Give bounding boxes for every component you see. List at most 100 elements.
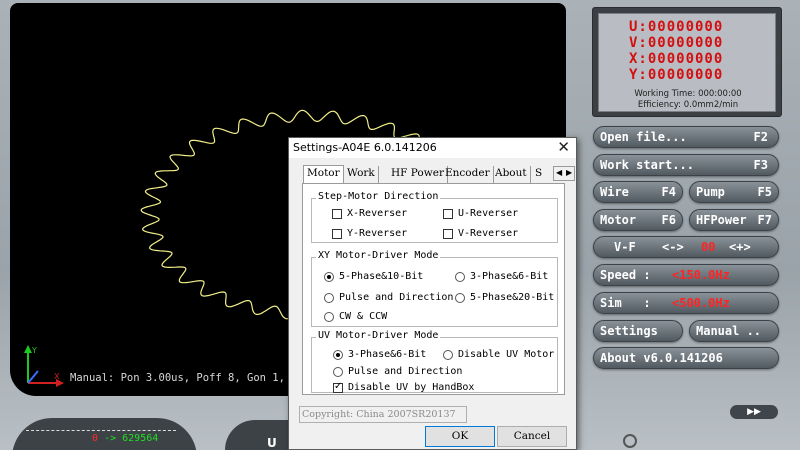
forward-nav-button[interactable]: ▶▶ (730, 405, 778, 419)
motor-button[interactable]: Motor F6 (593, 209, 683, 231)
working-time: Working Time: 000:00:00 (634, 89, 742, 99)
disable-uv-handbox-label: Disable UV by HandBox (348, 382, 475, 393)
vf-decrease-button[interactable]: <-> (662, 240, 684, 254)
manual-status-line: Manual: Pon 3.00us, Poff 8, Gon 1, (70, 372, 285, 384)
vf-control: V-F <-> 00 <+> (593, 236, 779, 258)
dashed-divider (26, 430, 176, 431)
uv-disable-motor-label: Disable UV Motor (458, 349, 555, 360)
speed-label: Speed : (600, 268, 651, 282)
copyright-field: Copyright: China 2007SR20137 (299, 406, 467, 423)
tab-more[interactable]: S (532, 166, 545, 183)
coordinate-panel: U:00000000 V:00000000 X:00000000 Y:00000… (598, 13, 776, 112)
coordinate-display: U:00000000 V:00000000 X:00000000 Y:00000… (592, 7, 782, 117)
efficiency: Efficiency: 0.0mm2/min (637, 100, 739, 110)
ok-button[interactable]: OK (425, 426, 495, 447)
tab-encoder[interactable]: Encoder (442, 166, 494, 183)
hfpower-label: HFPower (696, 213, 747, 227)
u-reverser-checkbox[interactable] (443, 209, 453, 219)
work-start-label: Work start... (600, 158, 694, 172)
coord-u: U:00000000 (629, 19, 724, 35)
axis-indicator: Y X (24, 345, 64, 387)
wire-key: F4 (661, 185, 676, 199)
tab-about[interactable]: About (492, 166, 531, 183)
about-button[interactable]: About v6.0.141206 (593, 347, 779, 369)
axis-x-label: X (54, 372, 60, 381)
x-reverser-label: X-Reverser (347, 208, 408, 219)
motor-key: F6 (661, 213, 676, 227)
xy-driver-group: XY Motor-Driver Mode 5-Phase&10-Bit 3-Ph… (311, 250, 558, 327)
work-start-button[interactable]: Work start... F3 (593, 154, 779, 176)
motor-label: Motor (600, 213, 637, 227)
manual-label: Manual .. (696, 324, 762, 338)
disable-uv-handbox-checkbox[interactable] (333, 381, 343, 393)
tab-motor[interactable]: Motor (303, 165, 344, 184)
tab-scroll-arrows[interactable]: ◀ ▶ (553, 166, 575, 181)
xy-5phase10bit-radio[interactable] (324, 272, 334, 282)
pump-label: Pump (696, 185, 725, 199)
pump-key: F5 (757, 185, 772, 199)
readout-red-value: 0 (92, 433, 99, 444)
sim-value: <500.0Hz (672, 296, 730, 310)
xy-3phase6bit-radio[interactable] (455, 272, 465, 282)
readout-arrow: -> (104, 433, 117, 444)
speed-button[interactable]: Speed : <150.0Hz (593, 264, 779, 286)
xy-5phase20bit-label: 5-Phase&20-Bit (470, 292, 555, 303)
vf-increase-button[interactable]: <+> (729, 240, 751, 254)
manual-button[interactable]: Manual .. (689, 320, 779, 342)
work-start-key: F3 (753, 158, 768, 172)
motor-tab-page: Step-Motor Direction X-Reverser U-Revers… (302, 183, 565, 395)
about-label: About v6.0.141206 (600, 351, 723, 365)
sim-label: Sim : (600, 296, 651, 310)
y-reverser-checkbox[interactable] (332, 229, 342, 239)
speed-value: <150.0Hz (672, 268, 730, 282)
open-file-button[interactable]: Open file... F2 (593, 126, 779, 148)
pump-button[interactable]: Pump F5 (689, 181, 779, 203)
xy-cw-ccw-label: CW & CCW (339, 311, 388, 322)
coord-x: X:00000000 (629, 51, 724, 67)
hfpower-button[interactable]: HFPower F7 (689, 209, 779, 231)
sim-button[interactable]: Sim : <500.0Hz (593, 292, 779, 314)
v-reverser-label: V-Reverser (458, 228, 519, 239)
brand-logo-icon (623, 434, 637, 448)
tab-scroll-left-icon[interactable]: ◀ (556, 168, 562, 177)
xy-5phase20bit-radio[interactable] (455, 293, 465, 303)
tab-hf-power[interactable]: HF Power (388, 166, 448, 183)
uv-disable-motor-radio[interactable] (443, 350, 453, 360)
dialog-title: Settings-A04E 6.0.141206 (293, 141, 437, 154)
xy-pulse-direction-radio[interactable] (324, 293, 334, 303)
coord-y: Y:00000000 (629, 67, 724, 83)
uv-3phase6bit-radio[interactable] (333, 350, 343, 360)
hfpower-key: F7 (757, 213, 772, 227)
x-reverser-checkbox[interactable] (332, 209, 342, 219)
wire-button[interactable]: Wire F4 (593, 181, 683, 203)
step-motor-group: Step-Motor Direction X-Reverser U-Revers… (311, 191, 558, 243)
cancel-button[interactable]: Cancel (497, 426, 567, 447)
bottom-readout: 0 -> 629564 (92, 433, 158, 444)
vf-value: 00 (701, 240, 716, 254)
settings-button[interactable]: Settings (593, 320, 683, 342)
vf-label: V-F (614, 240, 636, 254)
xy-5phase10bit-label: 5-Phase&10-Bit (339, 271, 424, 282)
coord-v: V:00000000 (629, 35, 724, 51)
v-reverser-checkbox[interactable] (443, 229, 453, 239)
uv-driver-title: UV Motor-Driver Mode (316, 330, 441, 341)
close-icon[interactable]: ✕ (557, 138, 570, 156)
readout-green-value: 629564 (122, 433, 159, 444)
wire-label: Wire (600, 185, 629, 199)
uv-3phase6bit-label: 3-Phase&6-Bit (348, 349, 427, 360)
tab-scroll-right-icon[interactable]: ▶ (566, 168, 572, 177)
settings-dialog: Settings-A04E 6.0.141206 ✕ Motor Work HF… (288, 137, 577, 450)
dialog-titlebar[interactable]: Settings-A04E 6.0.141206 ✕ (289, 138, 576, 158)
uv-pulse-direction-radio[interactable] (333, 367, 343, 377)
y-reverser-label: Y-Reverser (347, 228, 408, 239)
xy-3phase6bit-label: 3-Phase&6-Bit (470, 271, 549, 282)
xy-pulse-direction-label: Pulse and Direction (339, 292, 454, 303)
bottom-mid-label: U (267, 436, 277, 450)
u-reverser-label: U-Reverser (458, 208, 519, 219)
xy-cw-ccw-radio[interactable] (324, 312, 334, 322)
step-motor-title: Step-Motor Direction (316, 191, 441, 202)
open-file-key: F2 (753, 130, 768, 144)
bottom-left-panel: 0 -> 629564 (12, 418, 197, 450)
xy-driver-title: XY Motor-Driver Mode (316, 250, 441, 261)
tab-work[interactable]: Work (344, 166, 379, 183)
